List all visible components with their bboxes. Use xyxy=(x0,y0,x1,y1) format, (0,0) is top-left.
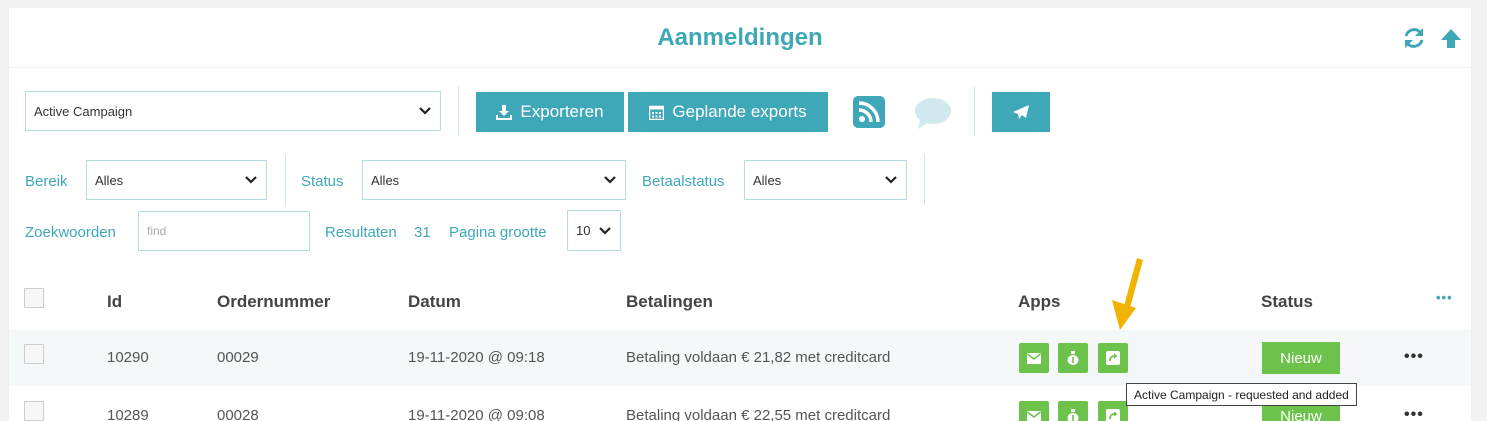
chevron-down-icon xyxy=(599,226,611,235)
range-select[interactable]: Alles xyxy=(86,160,267,200)
status-select-value: Alles xyxy=(371,172,400,188)
chevron-down-icon xyxy=(419,107,431,115)
column-header-order[interactable]: Ordernummer xyxy=(217,292,330,312)
payment-status-label: Betaalstatus xyxy=(642,173,725,190)
money-bag-icon xyxy=(1067,351,1079,365)
download-icon xyxy=(496,105,513,120)
paper-plane-icon xyxy=(1013,105,1029,119)
keywords-label: Zoekwoorden xyxy=(25,224,116,241)
envelope-icon xyxy=(1027,352,1041,364)
page-size-select[interactable]: 10 xyxy=(567,210,621,251)
divider xyxy=(974,86,975,136)
chevron-down-icon xyxy=(604,176,616,184)
status-select[interactable]: Alles xyxy=(362,160,626,200)
results-count: 31 xyxy=(414,224,431,241)
divider xyxy=(458,86,459,136)
annotation-arrow-icon xyxy=(1112,258,1143,330)
payment-status-select-value: Alles xyxy=(753,172,782,188)
row-checkbox[interactable] xyxy=(24,401,44,421)
export-button-label: Exporteren xyxy=(520,102,604,121)
registrations-panel: Aanmeldingen Active Campaign Exporteren xyxy=(8,8,1472,421)
export-button[interactable]: Exporteren xyxy=(476,92,624,132)
mail-app-button[interactable] xyxy=(1019,343,1049,373)
rss-icon[interactable] xyxy=(853,96,885,128)
share-icon xyxy=(1106,351,1120,365)
active-campaign-app-button[interactable] xyxy=(1098,401,1128,421)
chevron-down-icon xyxy=(245,176,257,184)
row-order-number: 00029 xyxy=(217,349,259,366)
keywords-placeholder: find xyxy=(147,224,167,238)
divider xyxy=(924,154,925,205)
active-campaign-app-button[interactable] xyxy=(1098,343,1128,373)
table-row[interactable]: 10290 00029 19-11-2020 @ 09:18 Betaling … xyxy=(9,330,1471,386)
column-header-payments[interactable]: Betalingen xyxy=(626,292,713,312)
column-header-apps[interactable]: Apps xyxy=(1018,292,1061,312)
chevron-down-icon xyxy=(885,176,897,184)
chat-icon[interactable] xyxy=(914,96,952,130)
share-icon xyxy=(1106,409,1120,421)
keywords-input[interactable]: find xyxy=(138,211,310,251)
row-id: 10290 xyxy=(107,349,149,366)
column-header-id[interactable]: Id xyxy=(107,292,122,312)
payment-app-button[interactable] xyxy=(1058,343,1088,373)
mail-app-button[interactable] xyxy=(1019,401,1049,421)
status-label: Status xyxy=(301,173,344,190)
money-bag-icon xyxy=(1067,409,1079,421)
arrow-up-icon[interactable] xyxy=(1439,26,1463,50)
row-checkbox[interactable] xyxy=(24,344,44,364)
app-tooltip: Active Campaign - requested and added xyxy=(1126,383,1357,406)
page-size-label: Pagina grootte xyxy=(449,224,547,241)
send-button[interactable] xyxy=(992,92,1050,132)
envelope-icon xyxy=(1027,410,1041,421)
column-options-icon[interactable]: ••• xyxy=(1436,290,1453,305)
page-title: Aanmeldingen xyxy=(657,24,823,51)
integration-select[interactable]: Active Campaign xyxy=(25,91,441,131)
column-header-date[interactable]: Datum xyxy=(408,292,461,312)
page-size-select-value: 10 xyxy=(576,223,591,238)
select-all-checkbox[interactable] xyxy=(24,288,44,308)
scheduled-exports-button[interactable]: Geplande exports xyxy=(628,92,828,132)
row-payment: Betaling voldaan € 21,82 met creditcard xyxy=(626,349,891,366)
row-id: 10289 xyxy=(107,407,149,421)
range-label: Bereik xyxy=(25,173,68,190)
row-actions-icon[interactable]: ••• xyxy=(1404,348,1424,366)
results-label: Resultaten xyxy=(325,224,397,241)
divider xyxy=(285,154,286,205)
panel-header: Aanmeldingen xyxy=(9,8,1471,68)
column-header-status[interactable]: Status xyxy=(1261,292,1313,312)
status-badge[interactable]: Nieuw xyxy=(1262,342,1340,374)
scheduled-exports-label: Geplande exports xyxy=(672,102,807,121)
refresh-icon[interactable] xyxy=(1402,26,1426,50)
calendar-icon xyxy=(649,105,665,120)
range-select-value: Alles xyxy=(95,172,124,188)
row-payment: Betaling voldaan € 22,55 met creditcard xyxy=(626,407,891,421)
payment-status-select[interactable]: Alles xyxy=(744,160,907,200)
payment-app-button[interactable] xyxy=(1058,401,1088,421)
row-order-number: 00028 xyxy=(217,407,259,421)
integration-select-value: Active Campaign xyxy=(34,103,133,119)
row-date: 19-11-2020 @ 09:08 xyxy=(408,407,545,421)
row-actions-icon[interactable]: ••• xyxy=(1404,406,1424,421)
row-date: 19-11-2020 @ 09:18 xyxy=(408,349,545,366)
